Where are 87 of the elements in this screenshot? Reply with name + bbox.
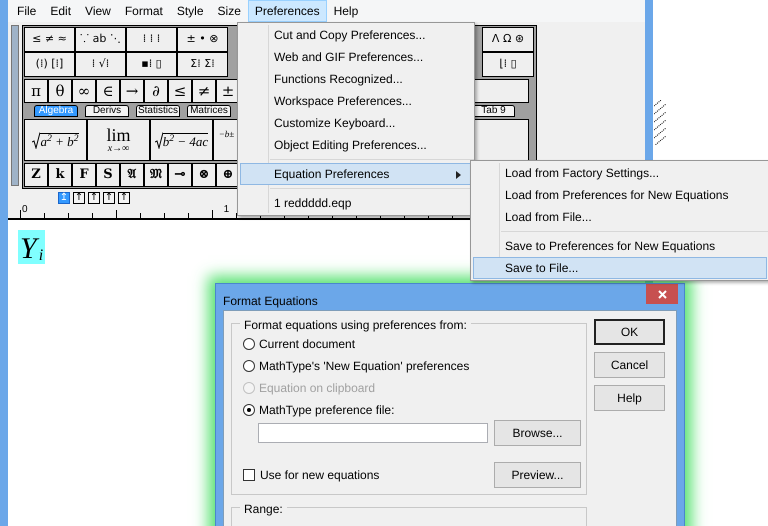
palette-button[interactable]: Z [24, 163, 48, 187]
menu-item[interactable]: Save to File... [473, 257, 767, 279]
radical-icon [154, 132, 163, 148]
menu-item[interactable]: Functions Recognized... [240, 68, 472, 90]
palette-button[interactable]: 𝔄 [120, 163, 144, 187]
browse-button[interactable]: Browse... [494, 420, 581, 446]
dialog-button[interactable]: OK [594, 319, 665, 345]
menu-item[interactable]: Object Editing Preferences... [240, 134, 472, 156]
palette-button[interactable]: π [24, 79, 48, 103]
radio-label: Current document [259, 336, 356, 353]
palette-button[interactable]: ∞ [72, 79, 96, 103]
ruler-label: 0 [22, 205, 28, 217]
menu-item[interactable]: Load from Factory Settings... [473, 162, 767, 184]
palette-tab[interactable]: Statistics [136, 105, 180, 117]
hatch-drawing [654, 100, 668, 145]
palette-button[interactable]: (⁞) [⁞] [24, 52, 75, 77]
radical-icon [32, 132, 40, 148]
menu-item[interactable]: Load from Preferences for New Equations [473, 184, 767, 206]
dialog-button[interactable]: Help [594, 385, 665, 411]
palette-button[interactable]: ≠ [192, 79, 216, 103]
template-button[interactable]: b$^{2}$ − 4ac [150, 119, 213, 161]
palette-button[interactable]: Σ⁞ Σ⁞ [177, 52, 228, 77]
palette-tab[interactable]: Tab 9 [472, 105, 515, 117]
nudge-button[interactable]: ↑ [118, 192, 130, 204]
ruler-label: 1 [224, 205, 230, 217]
palette-button[interactable]: → [120, 79, 144, 103]
radio-label: MathType preference file: [259, 402, 394, 419]
palette-tab[interactable]: Matrices [187, 105, 231, 117]
close-icon [658, 290, 666, 298]
nudge-button[interactable]: ↑ [88, 192, 100, 204]
preview-button[interactable]: Preview... [494, 462, 581, 488]
menubar-item[interactable]: Preferences [248, 0, 327, 22]
root-template: a$^{2}$ + b$^{2}$ [40, 132, 79, 148]
palette-button[interactable]: ⸪ ab ⋱ [75, 27, 126, 52]
menubar-item[interactable]: Style [170, 0, 211, 22]
menubar-item[interactable]: Help [326, 0, 366, 22]
menu-item[interactable]: Load from File... [473, 206, 767, 228]
palette-button[interactable]: ≤ [168, 79, 192, 103]
menubar-item[interactable]: Format [118, 0, 170, 22]
checkbox-label: Use for new equations [260, 467, 380, 484]
dialog-title: Format Equations [223, 293, 318, 310]
radio-button[interactable] [243, 338, 255, 350]
palette-button[interactable]: ∈ [96, 79, 120, 103]
equation: Yi [18, 230, 46, 264]
menu-item[interactable]: Web and GIF Preferences... [240, 46, 472, 68]
palette-button[interactable]: ∂ [144, 79, 168, 103]
template-button[interactable]: a$^{2}$ + b$^{2}$ [24, 119, 87, 161]
palette-button[interactable]: ▪⁞ ▯ [126, 52, 177, 77]
nudge-button[interactable]: ↑ [103, 192, 115, 204]
menubar-item[interactable]: File [10, 0, 44, 22]
palette-button[interactable]: ⁞ ⁞ ⁞ [126, 27, 177, 52]
palette-button[interactable]: ≤ ≠ ≈ [24, 27, 75, 52]
root-template: b$^{2}$ − 4ac [162, 132, 208, 148]
radio-label: MathType's 'New Equation' preferences [259, 358, 470, 375]
menu-item[interactable]: Equation Preferences [240, 163, 472, 185]
menubar-item[interactable]: Edit [43, 0, 78, 22]
radio-button[interactable] [243, 404, 255, 416]
template-button[interactable]: lim x→∞ [87, 119, 150, 161]
radio-label: Equation on clipboard [259, 380, 376, 397]
limit-template: lim [106, 126, 130, 144]
dialog-button[interactable]: Cancel [594, 352, 665, 378]
limit-subscript: x→∞ [108, 144, 130, 154]
palette-button[interactable]: S [96, 163, 120, 187]
menu-item[interactable]: 1 reddddd.eqp [240, 192, 472, 214]
menu-item[interactable]: Customize Keyboard... [240, 112, 472, 134]
palette-button[interactable]: Λ Ω ⊛ [482, 27, 534, 52]
palette-button[interactable]: ⊸ [168, 163, 192, 187]
palette-button[interactable]: F [72, 163, 96, 187]
menubar-item[interactable]: View [78, 0, 118, 22]
palette-button[interactable]: ⌊⁞ ▯ [482, 52, 534, 77]
close-button[interactable] [646, 284, 678, 304]
palette-button[interactable]: θ [48, 79, 72, 103]
palette-button[interactable]: ± • ⊗ [177, 27, 228, 52]
palette-button[interactable]: k [48, 163, 72, 187]
file-path-field[interactable] [258, 423, 488, 443]
template-text: −b± [218, 128, 234, 141]
palette-tab[interactable]: Derivs [85, 105, 129, 117]
menu-item[interactable]: Save to Preferences for New Equations [473, 235, 767, 257]
palette-button[interactable]: 𝔐 [144, 163, 168, 187]
menubar-item[interactable]: Size [210, 0, 248, 22]
palette-button[interactable]: ⊗ [192, 163, 216, 187]
checkbox[interactable] [243, 469, 255, 481]
nudge-button[interactable]: ↑ [73, 192, 85, 204]
palette-button[interactable]: ⁞ √⁞ [75, 52, 126, 77]
radio-button[interactable] [243, 360, 255, 372]
menu-item[interactable]: Workspace Preferences... [240, 90, 472, 112]
menu-item[interactable]: Cut and Copy Preferences... [240, 24, 472, 46]
